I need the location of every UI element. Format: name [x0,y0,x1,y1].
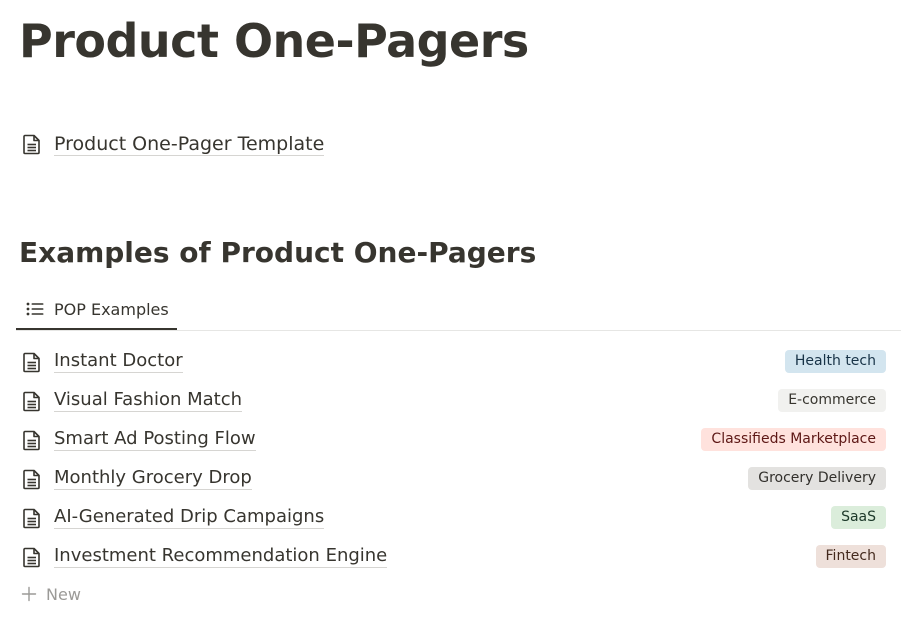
list-item[interactable]: Monthly Grocery Drop Grocery Delivery [16,459,891,498]
category-tag: Classifieds Marketplace [701,428,886,451]
page-icon [20,545,44,569]
page-icon [20,350,44,374]
list-item[interactable]: Smart Ad Posting Flow Classifieds Market… [16,420,891,459]
page-icon [20,389,44,413]
list-icon [26,300,44,318]
tab-label: POP Examples [54,299,169,319]
page-icon [20,428,44,452]
view-tabs: POP Examples [16,290,901,331]
category-tag: Grocery Delivery [748,467,886,490]
item-title: Smart Ad Posting Flow [54,428,256,451]
list-item[interactable]: Investment Recommendation Engine Fintech [16,537,891,576]
plus-icon [20,585,38,603]
list-item[interactable]: Instant Doctor Health tech [16,342,891,381]
item-title: Monthly Grocery Drop [54,467,252,490]
new-item-button[interactable]: New [20,580,81,608]
new-item-label: New [46,584,81,604]
examples-list: Instant Doctor Health tech Visual Fashio… [16,342,891,576]
list-item[interactable]: Visual Fashion Match E-commerce [16,381,891,420]
category-tag: SaaS [831,506,886,529]
template-page-label: Product One-Pager Template [54,132,325,156]
page-icon [20,506,44,530]
page-icon [20,467,44,491]
page-title: Product One-Pagers [19,14,529,68]
list-item[interactable]: AI-Generated Drip Campaigns SaaS [16,498,891,537]
item-title: Investment Recommendation Engine [54,545,388,568]
tab-pop-examples[interactable]: POP Examples [16,290,177,330]
item-title: AI-Generated Drip Campaigns [54,506,325,529]
item-title: Instant Doctor [54,350,183,373]
section-heading: Examples of Product One-Pagers [19,236,537,269]
category-tag: Fintech [815,545,886,568]
category-tag: Health tech [784,350,886,373]
page-icon [20,132,44,156]
item-title: Visual Fashion Match [54,389,243,412]
template-page-link[interactable]: Product One-Pager Template [20,128,325,160]
category-tag: E-commerce [778,389,886,412]
